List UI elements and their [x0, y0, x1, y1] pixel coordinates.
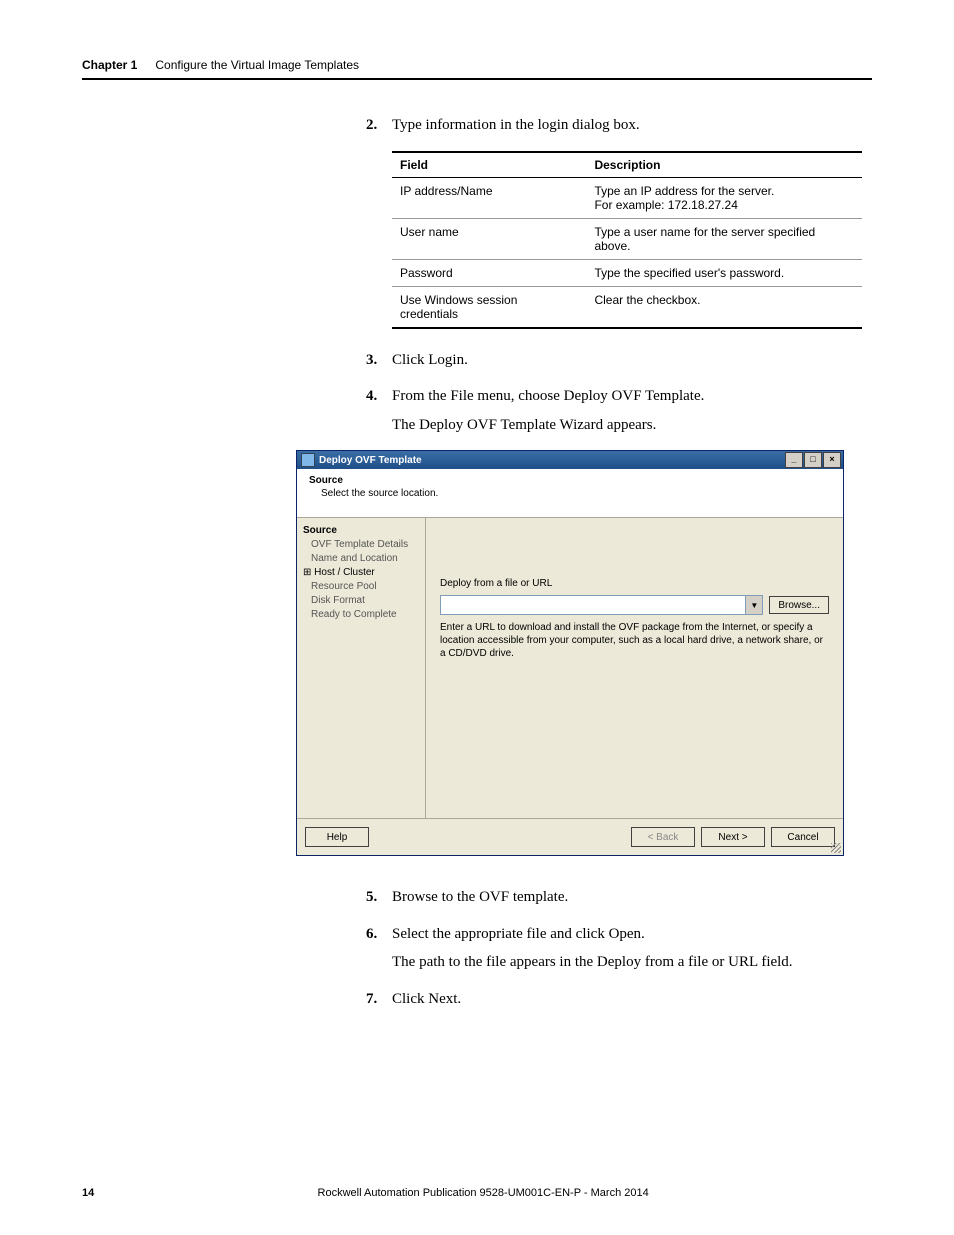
cell-field: IP address/Name: [392, 177, 586, 218]
minimize-button[interactable]: _: [785, 452, 803, 468]
source-hint-text: Enter a URL to download and install the …: [440, 621, 829, 660]
nav-item-resource-pool[interactable]: Resource Pool: [303, 580, 421, 594]
dialog-header: Source Select the source location.: [297, 469, 843, 518]
cell-desc: Clear the checkbox.: [586, 286, 862, 328]
step-6: 6. Select the appropriate file and click…: [366, 923, 872, 974]
nav-item-name-location[interactable]: Name and Location: [303, 552, 421, 566]
step-number: 2.: [366, 114, 377, 137]
wizard-main: Deploy from a file or URL ▼ Browse... En…: [426, 518, 843, 818]
chevron-down-icon[interactable]: ▼: [745, 596, 762, 614]
step-followup: The Deploy OVF Template Wizard appears.: [392, 414, 872, 437]
deploy-from-label: Deploy from a file or URL: [440, 578, 829, 589]
table-row: IP address/Name Type an IP address for t…: [392, 177, 862, 218]
close-button[interactable]: ×: [823, 452, 841, 468]
step-number: 4.: [366, 385, 377, 408]
deploy-ovf-dialog: Deploy OVF Template _ □ × Source Select …: [296, 450, 844, 856]
step-4: 4. From the File menu, choose Deploy OVF…: [366, 385, 872, 436]
step-followup: The path to the file appears in the Depl…: [392, 951, 872, 974]
step-text: Click Next.: [392, 991, 461, 1007]
table-head-desc: Description: [586, 152, 862, 178]
maximize-button[interactable]: □: [804, 452, 822, 468]
chapter-label: Chapter 1: [82, 58, 137, 72]
chapter-title: Configure the Virtual Image Templates: [155, 58, 359, 72]
wizard-nav: Source OVF Template Details Name and Loc…: [297, 518, 426, 818]
step-text: Browse to the OVF template.: [392, 889, 568, 905]
table-row: User name Type a user name for the serve…: [392, 218, 862, 259]
cell-desc: Type a user name for the server specifie…: [586, 218, 862, 259]
page-header: Chapter 1 Configure the Virtual Image Te…: [82, 56, 872, 80]
page-footer: 14 Rockwell Automation Publication 9528-…: [82, 1187, 872, 1199]
step-number: 3.: [366, 349, 377, 372]
step-number: 7.: [366, 988, 377, 1011]
step-number: 6.: [366, 923, 377, 946]
dialog-section-title: Source: [309, 475, 831, 486]
login-fields-table: Field Description IP address/Name Type a…: [392, 151, 862, 329]
tree-expand-icon[interactable]: ⊞: [303, 567, 311, 578]
cell-desc: Type an IP address for the server. For e…: [586, 177, 862, 218]
table-row: Password Type the specified user's passw…: [392, 259, 862, 286]
nav-item-source[interactable]: Source: [303, 524, 421, 538]
step-text: Type information in the login dialog box…: [392, 117, 640, 133]
cell-field: User name: [392, 218, 586, 259]
step-text: Click Login.: [392, 352, 468, 368]
cell-field: Use Windows session credentials: [392, 286, 586, 328]
source-url-combo[interactable]: ▼: [440, 595, 763, 615]
step-7: 7. Click Next.: [366, 988, 872, 1011]
cell-desc: Type the specified user's password.: [586, 259, 862, 286]
dialog-titlebar[interactable]: Deploy OVF Template _ □ ×: [297, 451, 843, 469]
step-2: 2. Type information in the login dialog …: [366, 114, 872, 137]
nav-item-details[interactable]: OVF Template Details: [303, 538, 421, 552]
step-3: 3. Click Login.: [366, 349, 872, 372]
browse-button[interactable]: Browse...: [769, 596, 829, 614]
page-number: 14: [82, 1187, 94, 1199]
table-row: Use Windows session credentials Clear th…: [392, 286, 862, 328]
dialog-title: Deploy OVF Template: [319, 455, 422, 466]
dialog-footer: Help < Back Next > Cancel: [297, 818, 843, 855]
step-5: 5. Browse to the OVF template.: [366, 886, 872, 909]
nav-item-disk-format[interactable]: Disk Format: [303, 594, 421, 608]
nav-item-host-cluster[interactable]: ⊞ Host / Cluster: [303, 566, 421, 580]
cell-field: Password: [392, 259, 586, 286]
step-text: From the File menu, choose Deploy OVF Te…: [392, 388, 704, 404]
step-number: 5.: [366, 886, 377, 909]
app-icon: [301, 453, 315, 467]
source-url-input[interactable]: [441, 596, 745, 614]
back-button[interactable]: < Back: [631, 827, 695, 847]
resize-grip-icon[interactable]: [831, 843, 841, 853]
publication-info: Rockwell Automation Publication 9528-UM0…: [94, 1187, 872, 1199]
nav-item-ready[interactable]: Ready to Complete: [303, 608, 421, 622]
dialog-section-subtitle: Select the source location.: [321, 488, 831, 499]
cancel-button[interactable]: Cancel: [771, 827, 835, 847]
next-button[interactable]: Next >: [701, 827, 765, 847]
step-text: Select the appropriate file and click Op…: [392, 926, 645, 942]
table-head-field: Field: [392, 152, 586, 178]
help-button[interactable]: Help: [305, 827, 369, 847]
